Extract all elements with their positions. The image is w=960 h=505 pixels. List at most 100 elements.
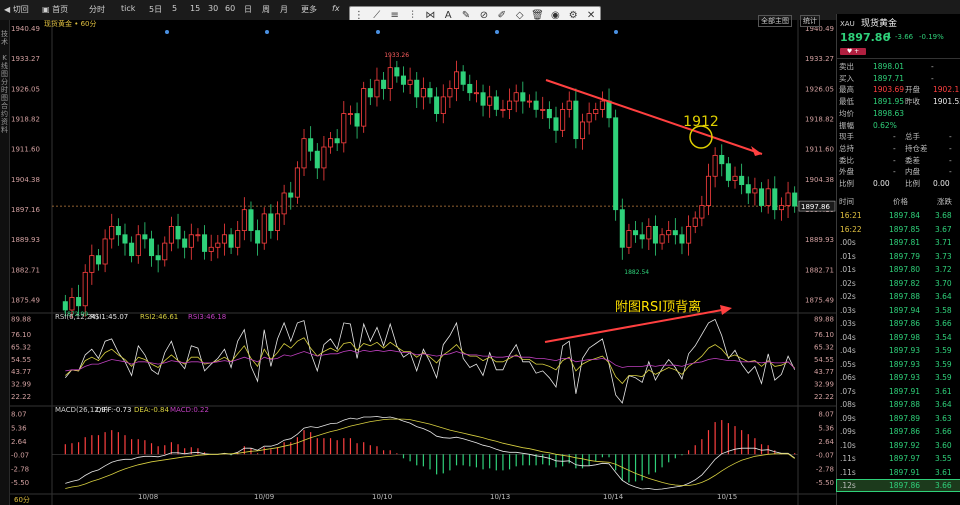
- candle-down: [268, 213, 274, 231]
- back-button[interactable]: ◀ 切回: [4, 4, 29, 15]
- tab-5min[interactable]: 5: [172, 4, 177, 13]
- candle-up: [666, 230, 672, 236]
- quote-panel: XAU 现货黄金 1897.86 ⬇ -3.66 -0.19% ♥ + 卖出 18…: [836, 14, 960, 505]
- tick-row: .01s 1897.79 3.73: [837, 251, 960, 262]
- home-label: 首页: [52, 5, 69, 14]
- candle-down: [533, 100, 539, 110]
- tick-price: 1897.86: [889, 319, 921, 328]
- candle-up: [215, 242, 221, 248]
- candle-up: [168, 226, 174, 244]
- tab-60min[interactable]: 60: [225, 4, 235, 13]
- tick-time: .02s: [840, 292, 856, 301]
- tick-time: .01s: [840, 265, 856, 274]
- home-button[interactable]: ▣ 首页: [42, 4, 68, 15]
- left-tab-strip: 技术 K线图 分时图 合约资料: [0, 20, 10, 505]
- tab-tick[interactable]: tick: [121, 4, 135, 13]
- tick-change: 3.72: [935, 265, 952, 274]
- tick-price: 1897.91: [889, 467, 921, 477]
- y-tick-right: 1926.05: [805, 85, 834, 93]
- candle-up: [540, 109, 546, 111]
- candle-down: [619, 209, 625, 248]
- candle-up: [566, 100, 572, 110]
- tab-kline[interactable]: K线图: [0, 54, 9, 78]
- tick-time: .03s: [840, 319, 856, 328]
- tab-5day[interactable]: 5日: [149, 4, 162, 15]
- tick-row: .02s 1897.88 3.64: [837, 291, 960, 302]
- rsi-tick-right: 89.88: [814, 315, 834, 323]
- x-tick-label: 10/15: [717, 493, 737, 501]
- tick-change: 3.64: [935, 400, 952, 409]
- tick-header: 时间 价格 涨跌: [837, 196, 960, 207]
- quote-label: 持仓差: [905, 143, 928, 153]
- candle-up: [301, 138, 307, 169]
- macd-tick-right: 2.64: [818, 438, 834, 446]
- main-chart-select[interactable]: 全部主图: [758, 15, 792, 27]
- event-marker-icon[interactable]: [614, 30, 618, 34]
- tab-tech[interactable]: 技术: [0, 30, 9, 46]
- rsi-tick-left: 22.22: [11, 393, 31, 401]
- y-tick-left: 1933.27: [11, 55, 40, 63]
- tab-15min[interactable]: 15: [190, 4, 200, 13]
- rsi2-label: RSI2:46.61: [140, 313, 178, 321]
- candle-down: [255, 230, 261, 244]
- candle-up: [593, 109, 599, 115]
- quote-label: 开盘: [905, 85, 920, 95]
- y-tick-right: 1875.49: [805, 297, 834, 305]
- quote-label: 均价: [839, 108, 854, 118]
- candle-down: [652, 226, 658, 244]
- candle-up: [586, 113, 592, 123]
- candle-up: [699, 205, 705, 219]
- rsi-tick-right: 22.22: [814, 393, 834, 401]
- tick-change: 3.54: [935, 332, 952, 342]
- y-tick-left: 1875.49: [11, 297, 40, 305]
- last-price-tag: 1897.86: [801, 203, 830, 211]
- tick-time: .12s: [840, 481, 856, 490]
- candle-down: [745, 184, 751, 194]
- quote-value: 1897.71: [873, 73, 905, 83]
- favorite-button[interactable]: ♥ +: [840, 48, 866, 55]
- candle-up: [195, 234, 201, 237]
- candle-down: [606, 100, 612, 119]
- tick-row: .09s 1897.86 3.66: [837, 426, 960, 437]
- tab-day[interactable]: 日: [244, 4, 252, 15]
- candle-up: [361, 88, 367, 127]
- tab-fenshi[interactable]: 分时: [89, 4, 105, 15]
- tab-contract[interactable]: 合约资料: [0, 102, 9, 134]
- last-price-row: 1897.86 ⬇ -3.66 -0.19%: [837, 32, 960, 46]
- tick-price: 1897.94: [889, 305, 921, 315]
- tick-change: 3.59: [935, 346, 952, 355]
- candle-down: [115, 226, 121, 236]
- y-tick-right: 1933.27: [805, 55, 834, 63]
- tick-header-chg: 涨跌: [937, 197, 952, 206]
- tab-timeshare[interactable]: 分时图: [0, 78, 9, 102]
- quote-label: 比例: [905, 179, 920, 188]
- candle-down: [792, 192, 798, 207]
- chart-area[interactable]: 1940.49 1940.491933.27 1933.271926.05 1926.…: [10, 20, 836, 505]
- down-arrow-icon: ⬇: [885, 32, 893, 42]
- candle-up: [579, 121, 586, 140]
- candle-down: [122, 234, 128, 244]
- quote-value: 1898.63: [873, 108, 905, 118]
- quote-row: 买入 1897.71 -: [837, 73, 960, 84]
- stat-button[interactable]: 统计: [800, 15, 820, 27]
- y-tick-right: 1882.71: [805, 266, 834, 274]
- quote-row: 振幅 0.62%: [837, 120, 960, 131]
- candle-up: [487, 96, 493, 106]
- quote-row: 卖出 1898.01 -: [837, 61, 960, 72]
- event-marker-icon[interactable]: [165, 30, 169, 34]
- event-marker-icon[interactable]: [495, 30, 499, 34]
- event-marker-icon[interactable]: [265, 30, 269, 34]
- tab-more[interactable]: 更多: [301, 4, 317, 15]
- tab-30min[interactable]: 30: [208, 4, 218, 13]
- quote-row: 现手 - 总手 -: [837, 131, 960, 142]
- tab-week[interactable]: 周: [262, 4, 270, 15]
- y-tick-left: 1911.60: [11, 146, 40, 154]
- fx-button[interactable]: fx: [332, 4, 340, 13]
- tick-price: 1897.79: [889, 251, 921, 261]
- rsi-tick-left: 89.88: [11, 315, 31, 323]
- tick-price: 1897.86: [889, 427, 921, 436]
- tab-month[interactable]: 月: [280, 4, 288, 15]
- quote-value: 0.62%: [873, 120, 897, 130]
- event-marker-icon[interactable]: [376, 30, 380, 34]
- candle-up: [778, 205, 784, 211]
